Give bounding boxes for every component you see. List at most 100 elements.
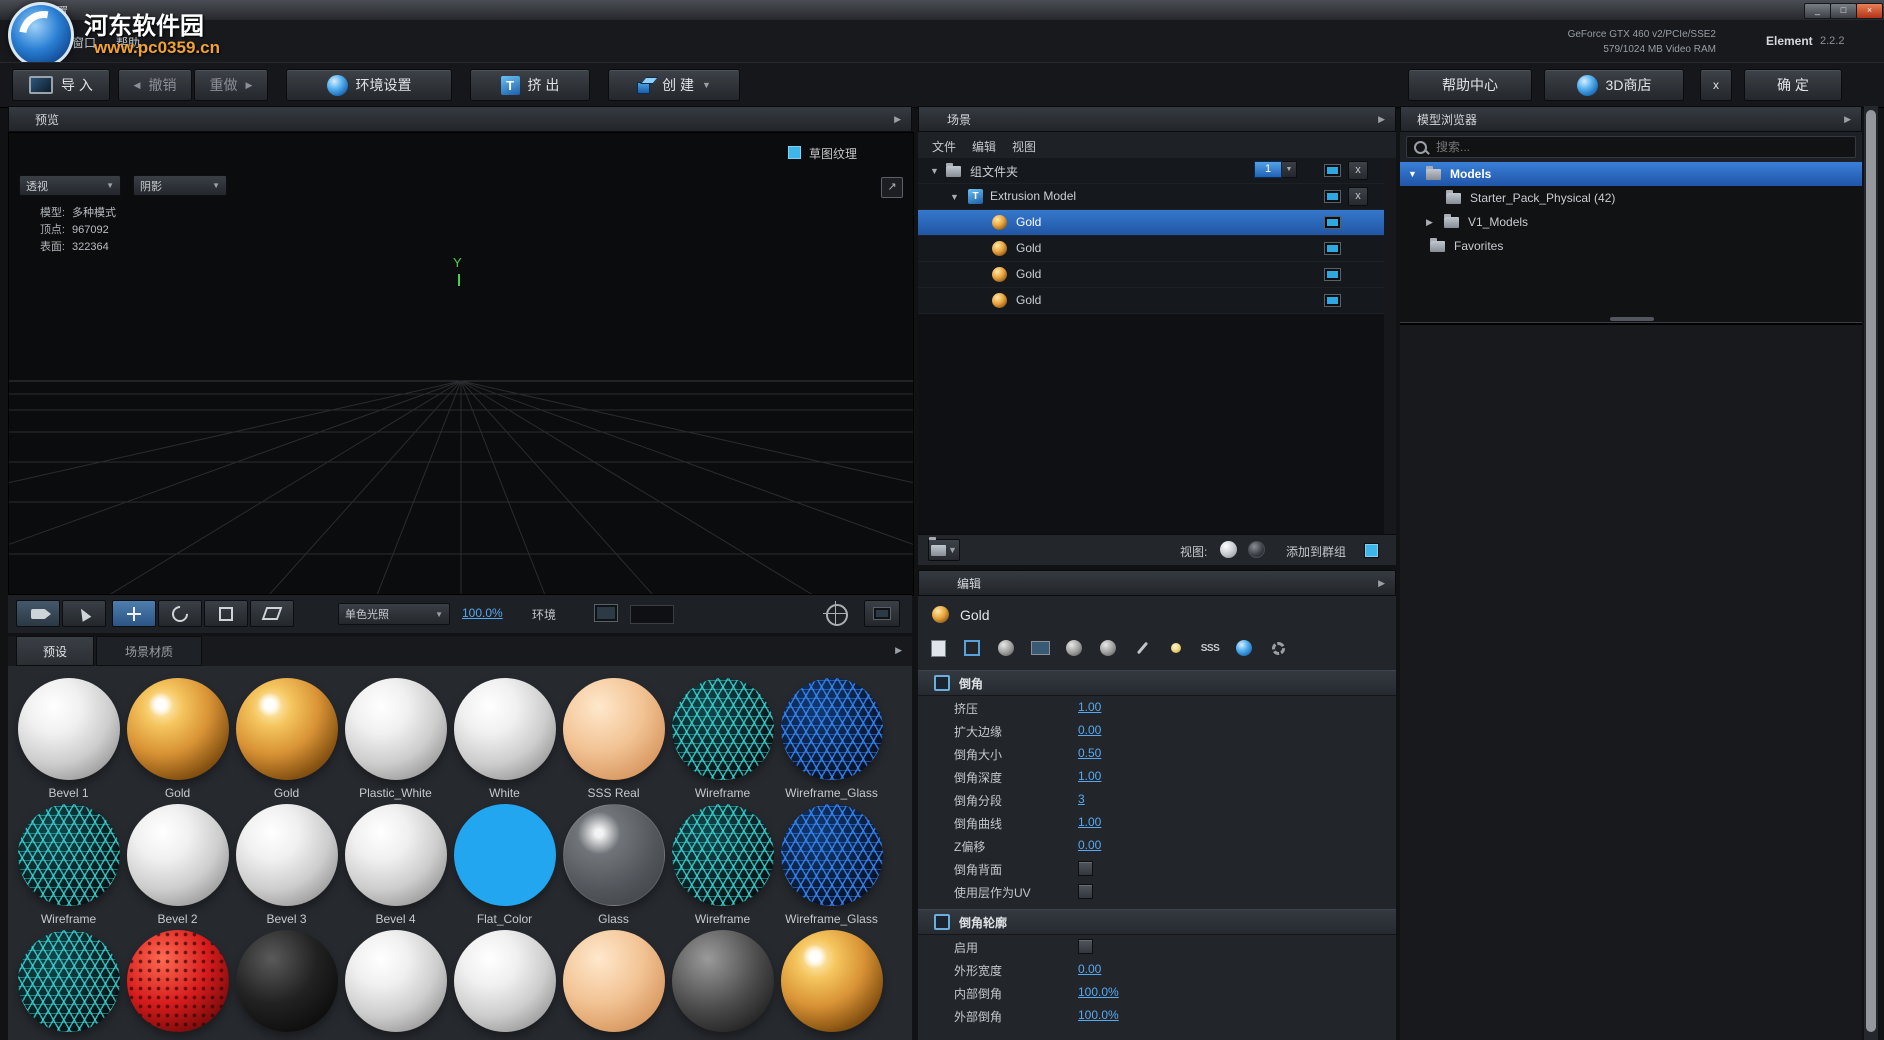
store-button[interactable]: 3D商店 [1544,69,1684,101]
property-value[interactable]: 100.0% [1078,1008,1119,1022]
material-item[interactable]: Wireframe [14,804,123,930]
material-item[interactable]: Gold [232,678,341,804]
move-tool-button[interactable] [112,600,156,627]
collapse-arrow-icon[interactable]: ▼ [930,166,939,176]
environment-setup-button[interactable]: 环境设置 [286,69,452,101]
tab-presets[interactable]: 预设 [16,636,94,666]
help-center-button[interactable]: 帮助中心 [1408,69,1532,101]
shadow-dropdown[interactable]: 阴影 ▼ [133,175,227,196]
import-button[interactable]: 导 入 [12,69,110,101]
diffuse-sphere-icon[interactable] [994,636,1018,660]
material-item[interactable]: Bevel 2 [123,804,232,930]
material-item[interactable] [668,930,777,1040]
property-value[interactable]: 1.00 [1078,815,1101,829]
undo-button[interactable]: ◀ 撤销 [118,69,192,101]
material-item[interactable]: Flat_Color [450,804,559,930]
panel-collapse-icon[interactable]: ▶ [1378,114,1385,125]
visibility-monitor-icon[interactable] [1324,294,1341,307]
image-icon[interactable] [1028,636,1052,660]
maximize-button[interactable]: □ [1830,3,1857,19]
scene-row-material[interactable]: Gold [918,236,1384,262]
draft-texture-checkbox[interactable] [787,145,802,160]
scene-row-model[interactable]: ▼ Extrusion Model x [918,184,1384,210]
divider-handle[interactable] [1610,317,1654,321]
panel-collapse-icon[interactable]: ▶ [894,114,901,125]
material-item[interactable]: Bevel 1 [14,678,123,804]
scene-scrollbar-lane[interactable] [1384,158,1396,534]
collapse-arrow-icon[interactable]: ▼ [950,192,959,202]
settings-gear-icon[interactable] [1266,636,1290,660]
material-item[interactable]: Bevel 3 [232,804,341,930]
property-value[interactable]: 3 [1078,792,1085,806]
camera-view-dropdown[interactable]: 透视 ▼ [19,175,121,196]
uv-cube-icon[interactable] [960,636,984,660]
scene-row-material[interactable]: Gold [918,262,1384,288]
material-item[interactable]: Wireframe [668,804,777,930]
material-item[interactable] [450,930,559,1040]
material-item[interactable] [14,930,123,1040]
property-value[interactable]: 0.50 [1078,746,1101,760]
scrollbar-thumb[interactable] [1866,110,1876,1032]
environment-preview-icon[interactable] [594,604,618,622]
camera-tool-button[interactable] [16,600,60,627]
add-to-group-checkbox[interactable] [1364,543,1379,558]
texture-page-icon[interactable] [926,636,950,660]
visibility-monitor-icon[interactable] [1324,268,1341,281]
tab-scene-materials[interactable]: 场景材质 [96,636,202,666]
shaded-view-icon[interactable] [1220,541,1237,558]
extrude-button[interactable]: 挤 出 [470,69,590,101]
property-value[interactable]: 100.0% [1078,985,1119,999]
use-layer-as-uv-checkbox[interactable] [1078,884,1093,899]
model-search-box[interactable] [1406,136,1856,158]
delete-model-button[interactable]: x [1348,187,1368,206]
tree-row-models[interactable]: ▼ Models [1400,162,1862,186]
scale-tool-button[interactable] [204,600,248,627]
illumination-bulb-icon[interactable] [1164,636,1188,660]
panel-collapse-icon[interactable]: ▶ [1844,114,1851,125]
wire-view-icon[interactable] [1248,541,1265,558]
panel-collapse-icon[interactable]: ▶ [895,645,902,656]
close-button[interactable]: × [1856,3,1883,19]
environment-value-field[interactable] [630,605,674,624]
render-view-button[interactable] [864,600,900,627]
property-value[interactable]: 0.00 [1078,838,1101,852]
property-value[interactable]: 0.00 [1078,723,1101,737]
property-value[interactable]: 0.00 [1078,962,1101,976]
collapse-arrow-icon[interactable]: ▼ [1408,169,1417,179]
scene-row-group[interactable]: ▼ 组文件夹 1 ▼ x [918,158,1384,184]
scene-row-material[interactable]: Gold [918,288,1384,314]
fullscreen-icon[interactable]: ↗ [881,177,903,198]
panel-collapse-icon[interactable]: ▶ [1378,578,1385,589]
scene-menu-view[interactable]: 视图 [1012,138,1036,155]
property-value[interactable]: 1.00 [1078,769,1101,783]
material-item[interactable] [341,930,450,1040]
specular-sphere-icon[interactable] [1062,636,1086,660]
enable-checkbox[interactable] [1078,939,1093,954]
reflection-sphere-icon[interactable] [1096,636,1120,660]
bevel-backside-checkbox[interactable] [1078,861,1093,876]
material-item[interactable]: Wireframe [668,678,777,804]
material-item[interactable] [123,930,232,1040]
bevel-section-header[interactable]: 倒角 [918,670,1396,696]
rotate-tool-button[interactable] [158,600,202,627]
new-folder-button[interactable]: ▼ [928,539,960,561]
shading-mode-dropdown[interactable]: 单色光照 ▼ [338,603,450,625]
delete-group-button[interactable]: x [1348,161,1368,180]
visibility-monitor-icon[interactable] [1324,190,1341,203]
material-item[interactable]: Wireframe_Glass [777,804,886,930]
material-item[interactable]: White [450,678,559,804]
tree-row-v1-models[interactable]: ▶ V1_Models [1400,210,1862,234]
ok-button[interactable]: 确 定 [1744,69,1842,101]
search-input[interactable] [1434,139,1848,155]
material-item[interactable]: Glass [559,804,668,930]
sss-icon[interactable]: SSS [1198,636,1222,660]
tree-row-favorites[interactable]: Favorites [1400,234,1862,258]
visibility-monitor-icon[interactable] [1324,164,1341,177]
tree-row-starter-pack[interactable]: Starter_Pack_Physical (42) [1400,186,1862,210]
material-item[interactable]: SSS Real [559,678,668,804]
material-item[interactable] [232,930,341,1040]
scene-menu-edit[interactable]: 编辑 [972,138,996,155]
material-item[interactable] [777,930,886,1040]
dropper-icon[interactable] [1130,636,1154,660]
zoom-value[interactable]: 100.0% [462,606,503,620]
